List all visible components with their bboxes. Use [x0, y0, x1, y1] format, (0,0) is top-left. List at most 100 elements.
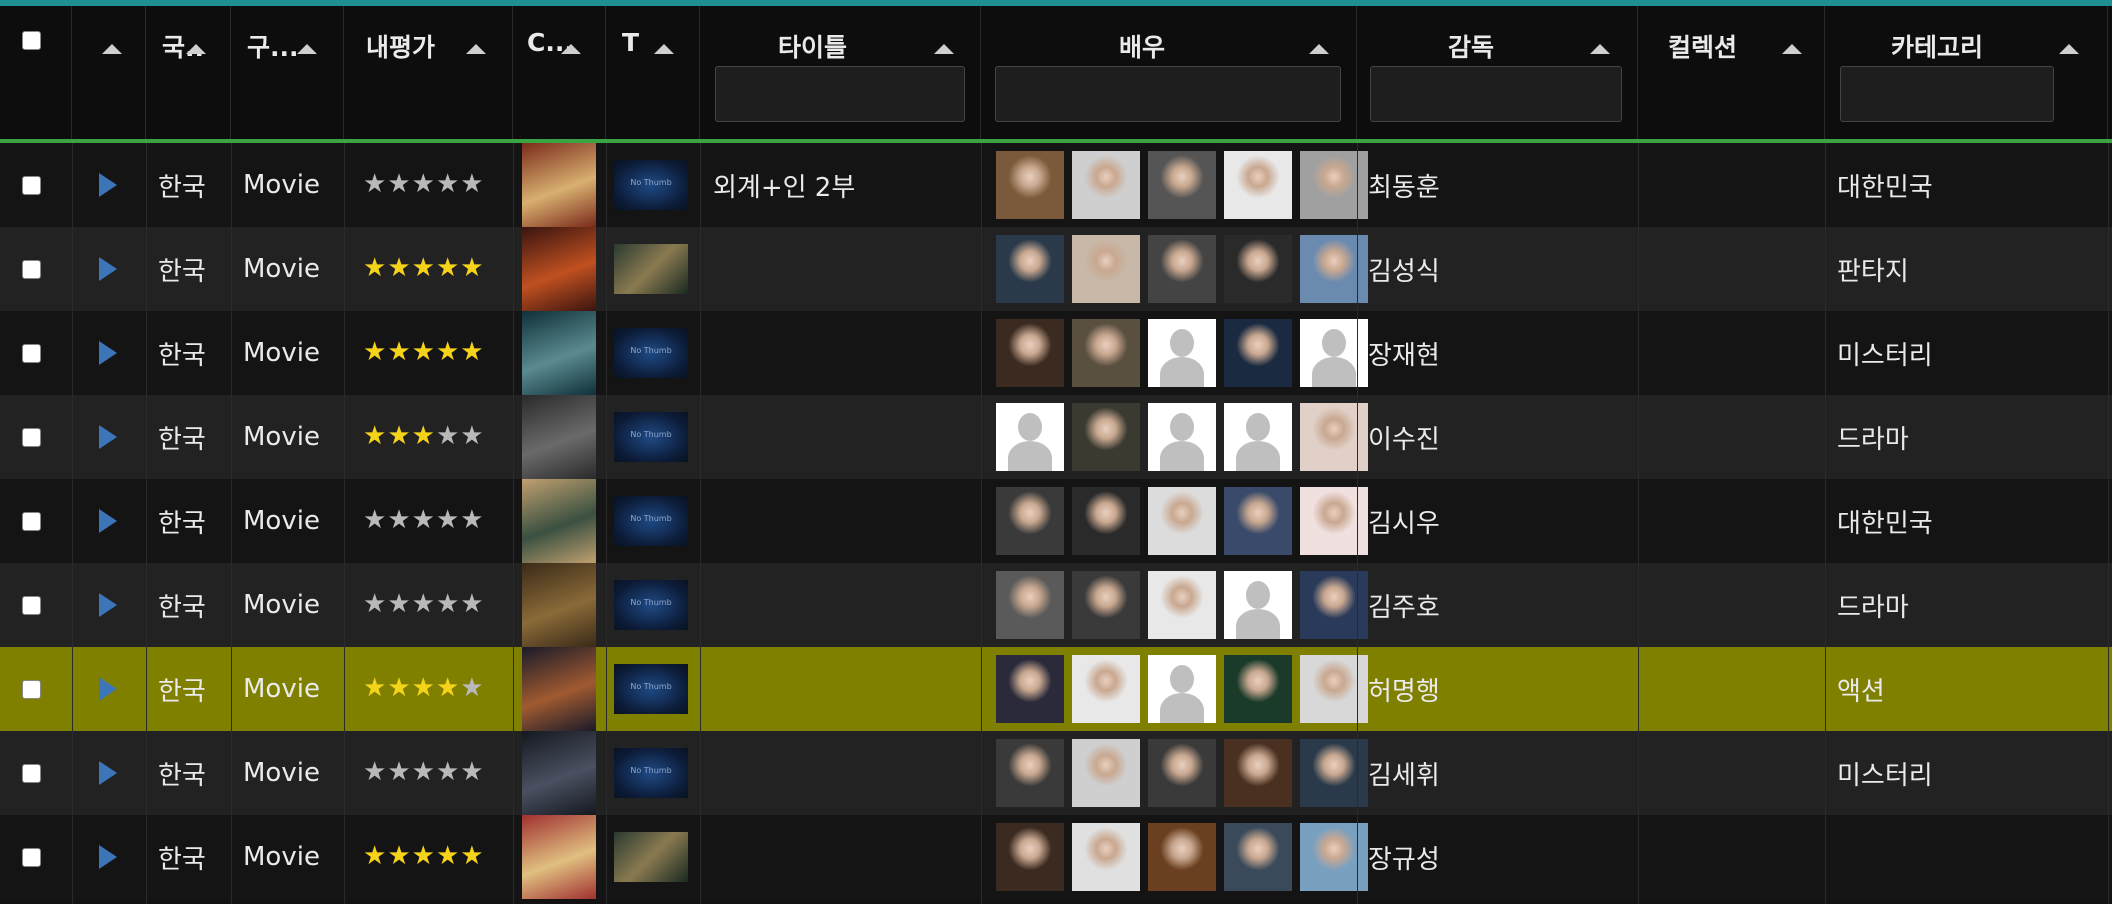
rating-stars[interactable]: ★★★★★	[363, 589, 485, 619]
star-icon[interactable]: ★	[412, 757, 435, 787]
star-icon[interactable]: ★	[412, 673, 435, 703]
star-icon[interactable]: ★	[412, 505, 435, 535]
cover-image[interactable]	[522, 227, 596, 311]
cover-image[interactable]	[522, 311, 596, 395]
star-icon[interactable]: ★	[436, 589, 459, 619]
header-country[interactable]: 국..	[146, 6, 231, 139]
star-icon[interactable]: ★	[363, 337, 386, 367]
star-icon[interactable]: ★	[436, 505, 459, 535]
star-icon[interactable]: ★	[363, 673, 386, 703]
play-icon[interactable]	[99, 593, 117, 617]
rating-stars[interactable]: ★★★★★	[363, 673, 485, 703]
actor-avatar[interactable]	[1224, 403, 1292, 471]
actor-avatar[interactable]	[1072, 823, 1140, 891]
row-checkbox[interactable]	[22, 344, 41, 363]
actor-avatar[interactable]	[1148, 823, 1216, 891]
actor-avatar[interactable]	[996, 739, 1064, 807]
star-icon[interactable]: ★	[363, 589, 386, 619]
play-icon[interactable]	[99, 257, 117, 281]
header-type[interactable]: 구...	[231, 6, 344, 139]
rating-stars[interactable]: ★★★★★	[363, 337, 485, 367]
actor-avatar[interactable]	[1148, 403, 1216, 471]
sort-asc-icon[interactable]	[1590, 44, 1610, 54]
cover-image[interactable]	[522, 143, 596, 227]
actor-avatar[interactable]	[1224, 571, 1292, 639]
actor-avatar[interactable]	[996, 235, 1064, 303]
star-icon[interactable]: ★	[460, 421, 483, 451]
star-icon[interactable]: ★	[460, 169, 483, 199]
sort-asc-icon[interactable]	[654, 44, 674, 54]
thumbnail-image[interactable]: No Thumb	[614, 328, 688, 378]
actor-avatar[interactable]	[996, 319, 1064, 387]
actor-avatar[interactable]	[1224, 487, 1292, 555]
star-icon[interactable]: ★	[436, 253, 459, 283]
table-row[interactable]: 한국 Movie ★★★★★ No Thumb 김세휘 미스터리	[0, 731, 2112, 815]
sort-asc-icon[interactable]	[1309, 44, 1329, 54]
star-icon[interactable]: ★	[387, 505, 410, 535]
director-filter-input[interactable]	[1370, 66, 1622, 122]
table-row[interactable]: 한국 Movie ★★★★★ 김성식 판타지	[0, 227, 2112, 311]
actor-avatar[interactable]	[1148, 571, 1216, 639]
star-icon[interactable]: ★	[412, 589, 435, 619]
star-icon[interactable]: ★	[363, 841, 386, 871]
star-icon[interactable]: ★	[436, 421, 459, 451]
cover-image[interactable]	[522, 563, 596, 647]
star-icon[interactable]: ★	[460, 589, 483, 619]
row-checkbox[interactable]	[22, 680, 41, 699]
cover-image[interactable]	[522, 815, 596, 899]
actor-avatar[interactable]	[1224, 235, 1292, 303]
row-checkbox[interactable]	[22, 596, 41, 615]
thumbnail-image[interactable]: No Thumb	[614, 496, 688, 546]
actor-avatar[interactable]	[996, 151, 1064, 219]
rating-stars[interactable]: ★★★★★	[363, 757, 485, 787]
cover-image[interactable]	[522, 479, 596, 563]
star-icon[interactable]: ★	[387, 253, 410, 283]
star-icon[interactable]: ★	[460, 757, 483, 787]
table-row[interactable]: 한국 Movie ★★★★★ No Thumb 김주호 드라마	[0, 563, 2112, 647]
star-icon[interactable]: ★	[412, 841, 435, 871]
star-icon[interactable]: ★	[387, 169, 410, 199]
thumbnail-image[interactable]: No Thumb	[614, 412, 688, 462]
star-icon[interactable]: ★	[412, 337, 435, 367]
rating-stars[interactable]: ★★★★★	[363, 841, 485, 871]
header-cover[interactable]: C...	[513, 6, 606, 139]
play-icon[interactable]	[99, 677, 117, 701]
star-icon[interactable]: ★	[387, 841, 410, 871]
rating-stars[interactable]: ★★★★★	[363, 169, 485, 199]
actor-avatar[interactable]	[1224, 319, 1292, 387]
header-collection[interactable]: 컬렉션	[1638, 6, 1825, 139]
rating-stars[interactable]: ★★★★★	[363, 253, 485, 283]
actor-avatar[interactable]	[1148, 151, 1216, 219]
table-row[interactable]: 한국 Movie ★★★★★ No Thumb 김시우 대한민국	[0, 479, 2112, 563]
actor-avatar[interactable]	[1224, 739, 1292, 807]
sort-asc-icon[interactable]	[186, 44, 206, 54]
play-icon[interactable]	[99, 173, 117, 197]
play-icon[interactable]	[99, 341, 117, 365]
row-checkbox[interactable]	[22, 764, 41, 783]
star-icon[interactable]: ★	[460, 337, 483, 367]
actor-avatar[interactable]	[1072, 655, 1140, 723]
sort-asc-icon[interactable]	[934, 44, 954, 54]
actor-avatar[interactable]	[1072, 319, 1140, 387]
table-row[interactable]: 한국 Movie ★★★★★ 장규성	[0, 815, 2112, 899]
actor-avatar[interactable]	[1072, 403, 1140, 471]
star-icon[interactable]: ★	[387, 673, 410, 703]
title-filter-input[interactable]	[715, 66, 965, 122]
actor-avatar[interactable]	[1224, 823, 1292, 891]
star-icon[interactable]: ★	[363, 421, 386, 451]
actor-avatar[interactable]	[1224, 655, 1292, 723]
thumbnail-image[interactable]: No Thumb	[614, 664, 688, 714]
actor-avatar[interactable]	[1148, 235, 1216, 303]
star-icon[interactable]: ★	[412, 421, 435, 451]
thumbnail-image[interactable]	[614, 244, 688, 294]
row-checkbox[interactable]	[22, 176, 41, 195]
cover-image[interactable]	[522, 395, 596, 479]
rating-stars[interactable]: ★★★★★	[363, 505, 485, 535]
table-row[interactable]: 한국 Movie ★★★★★ No Thumb 이수진 드라마	[0, 395, 2112, 479]
header-director[interactable]: 감독	[1357, 6, 1638, 139]
star-icon[interactable]: ★	[412, 253, 435, 283]
thumbnail-image[interactable]	[614, 832, 688, 882]
actor-avatar[interactable]	[996, 655, 1064, 723]
actor-avatar[interactable]	[1148, 655, 1216, 723]
star-icon[interactable]: ★	[436, 673, 459, 703]
